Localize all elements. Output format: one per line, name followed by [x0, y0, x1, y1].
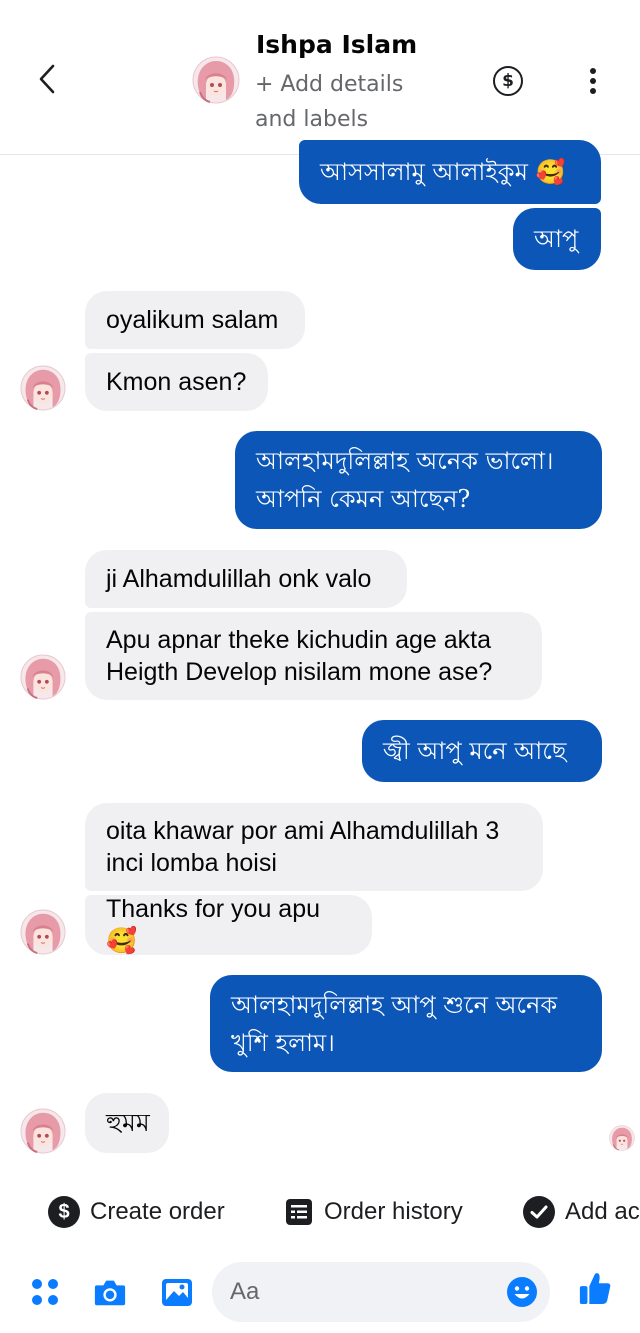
- incoming-message[interactable]: Apu apnar theke kichudin age akta Heigth…: [85, 612, 542, 700]
- outgoing-message[interactable]: আপু: [513, 208, 601, 270]
- incoming-message[interactable]: হুমম: [85, 1093, 169, 1153]
- incoming-message[interactable]: Thanks for you apu🥰: [85, 895, 372, 955]
- add-details-link[interactable]: + Add details and labels: [255, 67, 445, 137]
- order-history-button[interactable]: Order history: [284, 1187, 463, 1237]
- outgoing-message[interactable]: জ্বী আপু মনে আছে: [362, 720, 602, 782]
- like-icon[interactable]: [578, 1270, 612, 1306]
- incoming-message[interactable]: Kmon asen?: [85, 353, 268, 411]
- outgoing-message[interactable]: আলহামদুলিল্লাহ আপু শুনে অনেক খুশি হলাম।: [210, 975, 602, 1072]
- contact-avatar[interactable]: [20, 365, 66, 411]
- gallery-icon[interactable]: [160, 1274, 194, 1310]
- receipt-icon: [286, 1199, 312, 1225]
- contact-avatar[interactable]: [20, 654, 66, 700]
- contact-avatar[interactable]: [20, 1108, 66, 1154]
- contact-avatar[interactable]: [192, 56, 240, 104]
- apps-icon[interactable]: [28, 1274, 62, 1310]
- emoji-icon[interactable]: [506, 1276, 538, 1308]
- create-order-label: Create order: [90, 1198, 225, 1225]
- camera-icon[interactable]: [93, 1274, 127, 1310]
- check-circle-icon: [523, 1196, 555, 1228]
- add-action-label: Add ac: [565, 1198, 640, 1225]
- dollar-icon[interactable]: $: [493, 66, 523, 96]
- back-button[interactable]: [30, 62, 64, 96]
- incoming-message[interactable]: oyalikum salam: [85, 291, 305, 349]
- add-action-button[interactable]: Add ac: [523, 1187, 640, 1237]
- seen-indicator-avatar: [609, 1125, 635, 1151]
- dollar-circle-icon: $: [48, 1196, 80, 1228]
- incoming-message[interactable]: ji Alhamdulillah onk valo: [85, 550, 407, 608]
- contact-avatar[interactable]: [20, 909, 66, 955]
- contact-name[interactable]: Ishpa Islam: [256, 30, 417, 59]
- outgoing-message[interactable]: আলহামদুলিল্লাহ অনেক ভালো। আপনি কেমন আছেন…: [235, 431, 602, 529]
- outgoing-message[interactable]: আসসালামু আলাইকুম 🥰: [299, 140, 601, 204]
- order-history-label: Order history: [324, 1198, 463, 1225]
- incoming-message[interactable]: oita khawar por ami Alhamdulillah 3 inci…: [85, 803, 543, 891]
- more-options-icon[interactable]: [583, 64, 603, 98]
- chat-header: Ishpa Islam + Add details and labels $: [0, 0, 640, 155]
- message-input[interactable]: Aa: [212, 1262, 550, 1322]
- create-order-button[interactable]: $ Create order: [48, 1187, 225, 1237]
- chevron-left-icon: [39, 64, 55, 94]
